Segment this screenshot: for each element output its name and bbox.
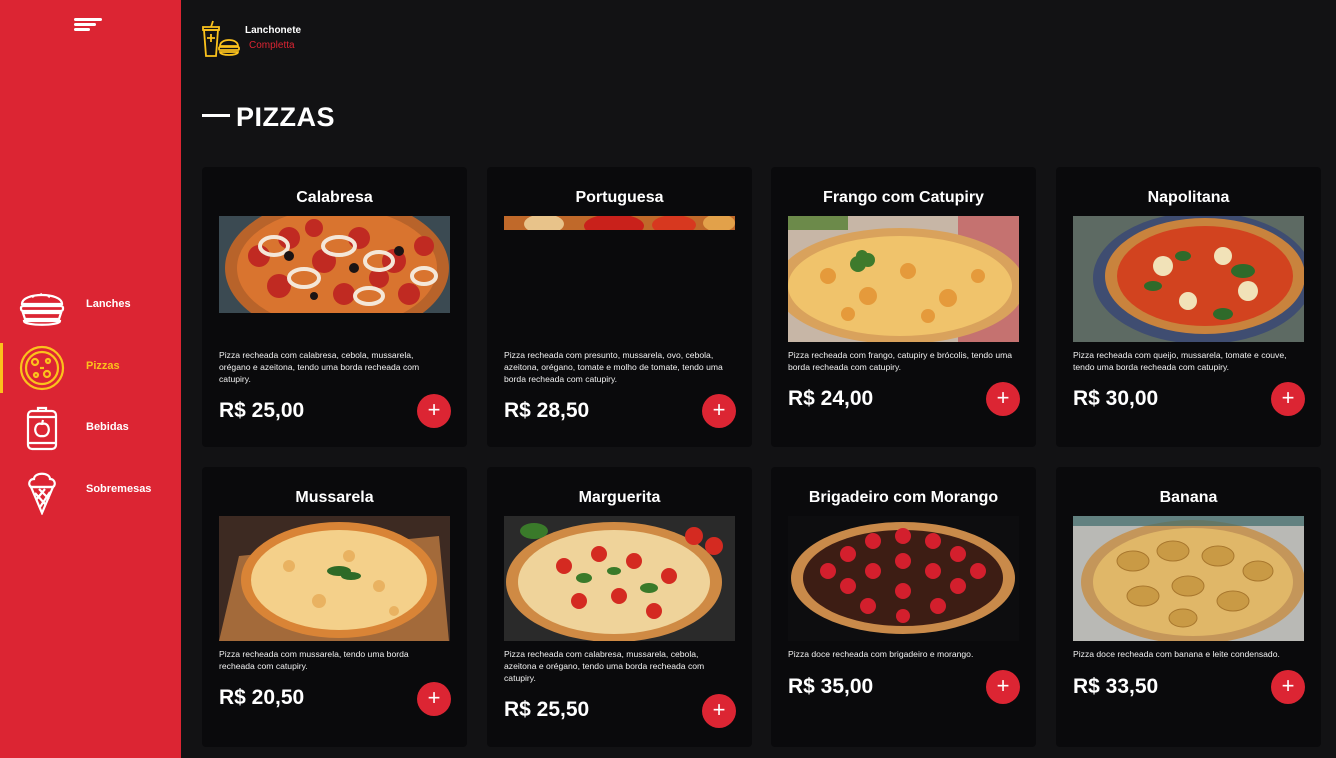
product-price: R$ 30,00 xyxy=(1073,387,1159,410)
brand-name: Lanchonete xyxy=(245,25,302,36)
product-description: Pizza recheada com calabresa, cebola, mu… xyxy=(219,350,420,384)
title-dash xyxy=(202,114,230,118)
sidebar-item-label: Lanches xyxy=(86,298,131,310)
pizza-image xyxy=(219,216,450,313)
product-name: Marguerita xyxy=(578,489,661,506)
product-price: R$ 35,00 xyxy=(788,675,874,698)
sidebar-item-sobremesas[interactable]: Sobremesas xyxy=(0,464,181,518)
add-to-cart-button[interactable]: + xyxy=(702,394,736,428)
product-card-calabresa: Calabresa Pizza recheada com calabresa, … xyxy=(202,167,467,447)
product-name: Calabresa xyxy=(296,189,373,206)
combo-meal-icon xyxy=(202,20,240,57)
add-to-cart-button[interactable]: + xyxy=(986,670,1020,704)
product-name: Napolitana xyxy=(1147,189,1230,206)
product-price: R$ 28,50 xyxy=(504,399,590,422)
product-name: Frango com Catupiry xyxy=(823,189,984,206)
sidebar: Lanches Pizzas Bebidas Sobremesas xyxy=(0,0,181,758)
pizza-image xyxy=(1073,516,1304,641)
page-title-text: PIZZAS xyxy=(236,102,336,132)
product-card-frango-com-catupiry: Frango com Catupiry Pizza recheada com f… xyxy=(771,167,1036,447)
sidebar-item-pizzas[interactable]: Pizzas xyxy=(0,341,181,395)
add-to-cart-button[interactable]: + xyxy=(417,394,451,428)
pizza-image xyxy=(504,216,735,230)
product-price: R$ 25,50 xyxy=(504,698,590,721)
product-name: Banana xyxy=(1159,489,1218,506)
product-name: Brigadeiro com Morango xyxy=(808,489,999,506)
product-price: R$ 20,50 xyxy=(219,686,305,709)
product-description: Pizza doce recheada com banana e leite c… xyxy=(1073,649,1280,659)
product-card-banana: Banana Pizza doce recheada com banana e … xyxy=(1056,467,1321,747)
product-description: Pizza recheada com mussarela, tendo uma … xyxy=(219,649,409,671)
add-to-cart-button[interactable]: + xyxy=(702,694,736,728)
pizza-image xyxy=(1073,216,1304,342)
product-card-mussarela: Mussarela Pizza recheada com mussarela, … xyxy=(202,467,467,747)
ice-cream-icon xyxy=(28,472,56,515)
product-description: Pizza doce recheada com brigadeiro e mor… xyxy=(788,649,974,659)
burger-icon xyxy=(19,293,65,326)
product-name: Mussarela xyxy=(295,489,374,506)
product-description: Pizza recheada com queijo, mussarela, to… xyxy=(1073,350,1287,372)
pizza-image xyxy=(788,216,1019,342)
product-card-marguerita: Marguerita Pizza recheada com calabresa,… xyxy=(487,467,752,747)
product-card-portuguesa: Portuguesa Pizza recheada com presunto, … xyxy=(487,167,752,447)
add-to-cart-button[interactable]: + xyxy=(1271,382,1305,416)
product-price: R$ 24,00 xyxy=(788,387,874,410)
product-description: Pizza recheada com frango, catupiry e br… xyxy=(788,350,1013,372)
product-card-brigadeiro-com-morango: Brigadeiro com Morango Pizza doce rechea… xyxy=(771,467,1036,747)
menu-icon[interactable] xyxy=(74,18,104,36)
sidebar-item-label: Bebidas xyxy=(86,421,129,433)
pizza-image xyxy=(219,516,450,641)
add-to-cart-button[interactable]: + xyxy=(1271,670,1305,704)
product-price: R$ 33,50 xyxy=(1073,675,1159,698)
brand-subname: Completta xyxy=(249,40,295,51)
drink-can-icon xyxy=(26,406,58,451)
product-description: Pizza recheada com calabresa, mussarela,… xyxy=(504,649,705,683)
product-card-napolitana: Napolitana Pizza recheada com queijo, mu… xyxy=(1056,167,1321,447)
pizza-image xyxy=(788,516,1019,641)
pizza-icon xyxy=(19,345,65,391)
sidebar-item-label: Sobremesas xyxy=(86,483,152,495)
sidebar-item-bebidas[interactable]: Bebidas xyxy=(0,402,181,456)
add-to-cart-button[interactable]: + xyxy=(986,382,1020,416)
page-title: PIZZAS xyxy=(202,102,335,133)
add-to-cart-button[interactable]: + xyxy=(417,682,451,716)
product-description: Pizza recheada com presunto, mussarela, … xyxy=(504,350,723,384)
sidebar-item-lanches[interactable]: Lanches xyxy=(0,279,181,333)
product-price: R$ 25,00 xyxy=(219,399,305,422)
sidebar-item-label: Pizzas xyxy=(86,360,120,372)
product-name: Portuguesa xyxy=(575,189,664,206)
pizza-image xyxy=(504,516,735,641)
